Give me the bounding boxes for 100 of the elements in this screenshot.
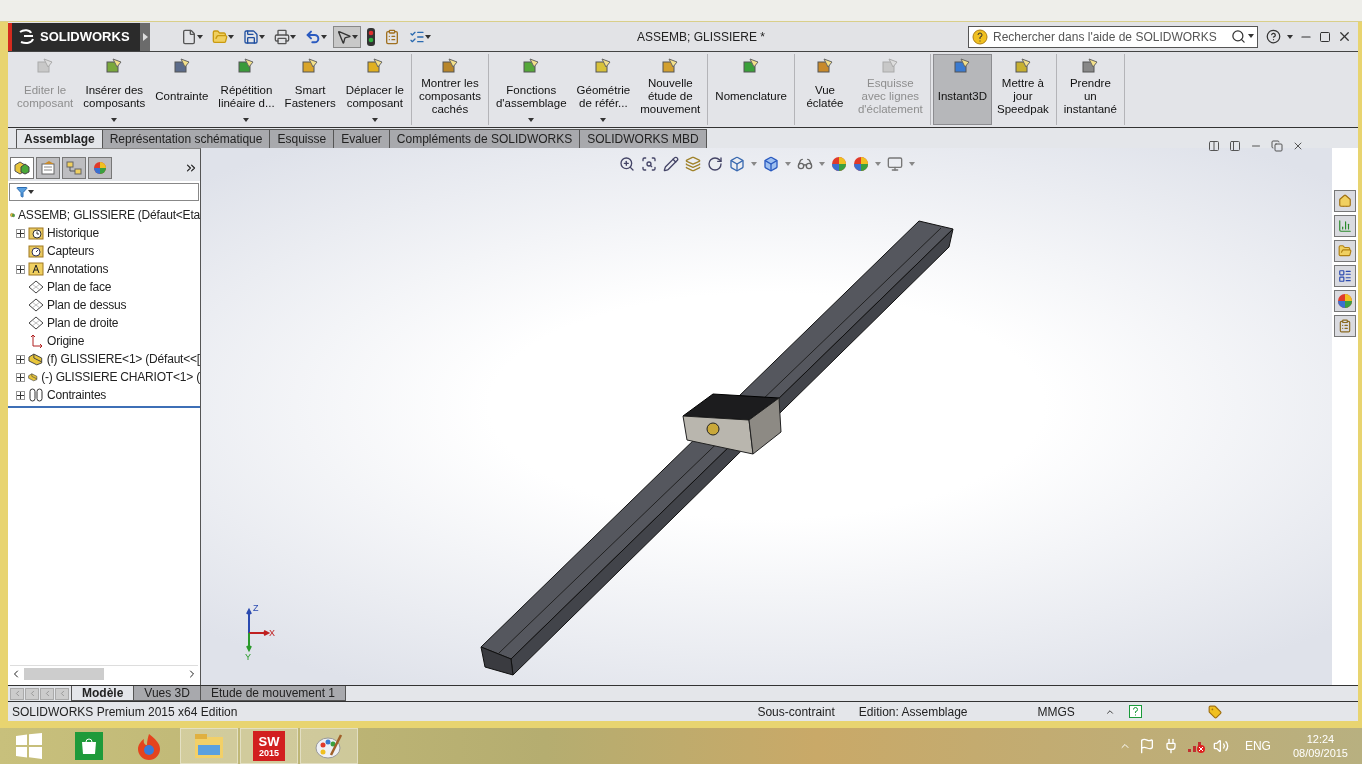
view-palette-button[interactable] — [1334, 265, 1356, 287]
expand-toggle[interactable] — [16, 264, 25, 274]
tab[interactable]: Vues 3D — [133, 686, 201, 701]
traffic-light-icon — [367, 27, 375, 46]
caret-icon — [352, 34, 358, 39]
help-icon[interactable] — [1266, 29, 1281, 44]
command-button[interactable]: Géométrie de référ... — [571, 54, 636, 125]
tree-item[interactable]: Plan de dessus — [47, 298, 127, 312]
file-explorer-button[interactable] — [1334, 240, 1356, 262]
split-view-icon[interactable] — [1229, 140, 1241, 152]
window-title: ASSEMB; GLISSIERE * — [635, 29, 766, 44]
appearances-button[interactable] — [1334, 290, 1356, 312]
tab[interactable]: Compléments de SOLIDWORKS — [388, 129, 581, 148]
expand-toggle[interactable] — [16, 228, 25, 238]
caret-icon — [819, 162, 825, 166]
origin-icon — [28, 334, 44, 348]
axis-triad-drawing: Z X Y — [239, 603, 279, 661]
split-view-icon[interactable] — [1208, 140, 1220, 152]
home-button[interactable] — [1334, 190, 1356, 212]
tree-item[interactable]: ASSEMB; GLISSIERE (Défaut<Eta — [18, 208, 200, 222]
tab[interactable]: Représentation schématique — [101, 129, 271, 148]
panel-tab[interactable] — [62, 157, 86, 179]
command-button[interactable]: Vue éclatée — [796, 54, 853, 125]
panel-tab[interactable] — [10, 157, 34, 179]
taskbar-button[interactable] — [300, 728, 358, 764]
command-button[interactable]: Smart Fasteners — [279, 54, 341, 125]
command-button[interactable]: Contrainte — [150, 54, 214, 125]
printer-icon — [274, 28, 290, 45]
tab[interactable]: Modèle — [71, 686, 135, 701]
command-button[interactable]: Nouvelle étude de mouvement — [635, 54, 706, 125]
scrollbar-thumb[interactable] — [24, 667, 104, 680]
panel-tab[interactable] — [36, 157, 60, 179]
browser-icon — [136, 732, 162, 760]
filter-field[interactable] — [9, 183, 199, 201]
command-button[interactable]: Instant3D — [932, 54, 992, 125]
tree-item[interactable]: (f) GLISSIERE<1> (Défaut<<[ — [46, 352, 200, 366]
tab[interactable]: Etude de mouvement 1 — [199, 686, 346, 701]
view-orientation-icon[interactable] — [729, 156, 745, 172]
tree-item[interactable]: Annotations — [47, 262, 109, 276]
command-button[interactable]: Répétition linéaire d... — [213, 54, 280, 125]
select-button[interactable] — [333, 25, 361, 48]
tool-icon — [237, 57, 256, 75]
caret-icon — [1287, 34, 1293, 39]
volume-icon[interactable] — [1212, 738, 1229, 754]
command-button[interactable]: Déplacer le composant — [340, 54, 409, 125]
zoom-area-icon[interactable] — [641, 156, 657, 172]
tab[interactable]: Esquisse — [269, 129, 335, 148]
command-button[interactable]: Insérer des composants — [78, 54, 151, 125]
caret-icon — [243, 118, 250, 122]
plane-icon — [28, 280, 44, 294]
properties-button[interactable] — [1334, 315, 1356, 337]
solidworks-app-icon[interactable]: SW 2015 — [253, 731, 285, 761]
close-icon[interactable] — [1337, 29, 1352, 44]
annotation-folder-icon — [28, 262, 44, 276]
command-button[interactable]: Prendre un instantané — [1058, 54, 1122, 125]
caret-icon — [111, 118, 118, 122]
tree-item[interactable]: Origine — [47, 334, 85, 348]
paperclip-icon — [28, 388, 44, 402]
undo-icon — [305, 28, 321, 45]
tree-item[interactable]: (-) GLISSIERE CHARIOT<1> ( — [41, 370, 200, 384]
tool-icon — [440, 57, 459, 75]
search-icon[interactable] — [1231, 28, 1246, 44]
tab[interactable]: Evaluer — [333, 129, 390, 148]
tree-item[interactable]: Plan de face — [47, 280, 112, 294]
search-field[interactable]: Rechercher dans l'aide de SOLIDWORKS — [968, 25, 1258, 48]
tab[interactable]: Assemblage — [16, 129, 103, 148]
help-bulb-icon — [972, 28, 988, 45]
component-icon — [28, 352, 44, 366]
tree-item[interactable]: Capteurs — [47, 244, 95, 258]
taskbar-button[interactable]: SW 2015 — [240, 728, 298, 764]
status-text: SOLIDWORKS Premium 2015 x64 Edition — [12, 704, 238, 719]
restore-icon[interactable] — [1271, 140, 1283, 152]
command-button[interactable]: Fonctions d'assemblage — [490, 54, 572, 125]
command-button[interactable]: Nomenclature — [710, 54, 792, 125]
close-icon[interactable] — [1292, 140, 1304, 152]
display-style-icon[interactable] — [763, 156, 779, 172]
sensor-folder-icon — [28, 244, 44, 258]
more-icon[interactable] — [184, 161, 198, 175]
flag-icon[interactable] — [1138, 738, 1155, 754]
caret-icon — [321, 34, 327, 39]
expand-toggle[interactable] — [16, 390, 25, 400]
command-button[interactable]: Mettre à jour Speedpak — [992, 54, 1054, 125]
caret-icon — [600, 118, 607, 122]
tree-item[interactable]: Historique — [47, 226, 100, 240]
library-button[interactable] — [1334, 215, 1356, 237]
view-settings-icon[interactable] — [887, 156, 903, 172]
command-button[interactable]: Montrer les composants cachés — [413, 54, 486, 125]
tree-item[interactable]: Plan de droite — [47, 316, 119, 330]
store-icon — [75, 732, 103, 760]
expand-toggle[interactable] — [16, 354, 25, 364]
folder-icon — [212, 28, 228, 45]
component-icon — [28, 370, 39, 384]
expand-toggle[interactable] — [16, 372, 25, 382]
tool-icon — [105, 57, 124, 75]
panel-tab[interactable] — [88, 157, 112, 179]
tree-item[interactable]: Contraintes — [47, 388, 107, 402]
rotate-icon[interactable] — [707, 156, 723, 172]
tag-icon[interactable] — [1207, 704, 1222, 719]
maximize-icon[interactable] — [1319, 30, 1331, 43]
tab[interactable]: SOLIDWORKS MBD — [579, 129, 707, 148]
